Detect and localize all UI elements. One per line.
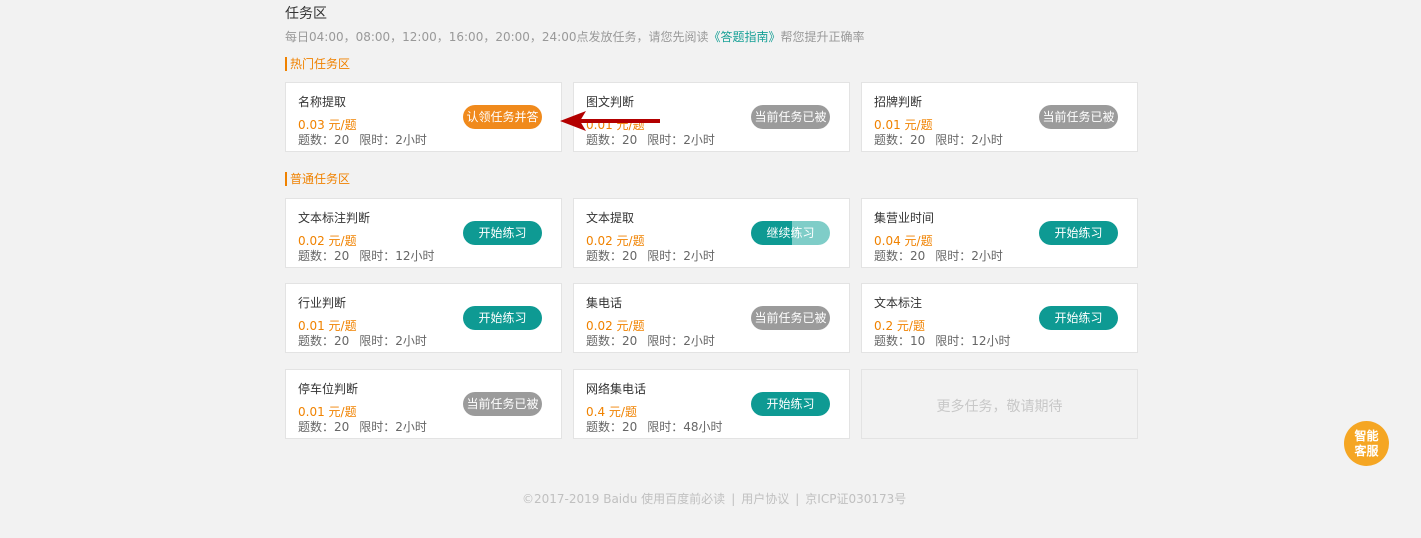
question-count: 题数：10 [874, 334, 926, 348]
service-label-line2: 客服 [1354, 444, 1379, 458]
icp-license-link[interactable]: 京ICP证030173号 [805, 492, 906, 506]
task-meta: 题数：20 限时：2小时 [298, 131, 427, 148]
question-count: 题数：20 [874, 249, 926, 263]
claim-task-button[interactable]: 认领任务并答 [463, 105, 542, 129]
task-card: 行业判断 0.01 元/题 题数：20 限时：2小时 开始练习 [285, 283, 562, 353]
task-meta: 题数：20 限时：12小时 [298, 247, 435, 264]
task-taken-button[interactable]: 当前任务已被 [751, 306, 830, 330]
start-practice-button[interactable]: 开始练习 [463, 221, 542, 245]
footer-separator: | [731, 492, 736, 506]
task-card: 文本标注 0.2 元/题 题数：10 限时：12小时 开始练习 [861, 283, 1138, 353]
question-count: 题数：20 [298, 133, 350, 147]
continue-practice-button[interactable]: 继续练习 [751, 221, 830, 245]
task-card: 文本标注判断 0.02 元/题 题数：20 限时：12小时 开始练习 [285, 198, 562, 268]
normal-section-label: 普通任务区 [285, 172, 350, 186]
time-limit: 限时：2小时 [647, 249, 715, 263]
task-meta: 题数：20 限时：48小时 [586, 418, 723, 435]
question-count: 题数：20 [586, 133, 638, 147]
task-meta: 题数：20 限时：2小时 [298, 332, 427, 349]
task-meta: 题数：20 限时：2小时 [586, 332, 715, 349]
task-name: 名称提取 [298, 95, 347, 109]
time-limit: 限时：2小时 [647, 133, 715, 147]
task-taken-button[interactable]: 当前任务已被 [751, 105, 830, 129]
task-meta: 题数：10 限时：12小时 [874, 332, 1011, 349]
task-name: 停车位判断 [298, 382, 359, 396]
task-card: 集营业时间 0.04 元/题 题数：20 限时：2小时 开始练习 [861, 198, 1138, 268]
task-card: 停车位判断 0.01 元/题 题数：20 限时：2小时 当前任务已被 [285, 369, 562, 439]
task-name: 文本提取 [586, 211, 635, 225]
smart-customer-service-button[interactable]: 智能 客服 [1344, 421, 1389, 466]
schedule-text: 每日04:00，08:00，12:00，16:00，20:00，24:00点发放… [285, 30, 709, 44]
task-schedule-notice: 每日04:00，08:00，12:00，16:00，20:00，24:00点发放… [285, 28, 865, 45]
task-name: 图文判断 [586, 95, 635, 109]
task-taken-button[interactable]: 当前任务已被 [1039, 105, 1118, 129]
time-limit: 限时：2小时 [935, 249, 1003, 263]
footer: ©2017-2019 Baidu 使用百度前必读 | 用户协议 | 京ICP证03017… [522, 490, 906, 507]
service-label-line1: 智能 [1354, 429, 1379, 443]
task-name: 网络集电话 [586, 382, 647, 396]
task-meta: 题数：20 限时：2小时 [874, 131, 1003, 148]
task-card: 网络集电话 0.4 元/题 题数：20 限时：48小时 开始练习 [573, 369, 850, 439]
time-limit: 限时：12小时 [935, 334, 1011, 348]
time-limit: 限时：2小时 [647, 334, 715, 348]
task-name: 文本标注 [874, 296, 923, 310]
start-practice-button[interactable]: 开始练习 [1039, 306, 1118, 330]
task-card: 集电话 0.02 元/题 题数：20 限时：2小时 当前任务已被 [573, 283, 850, 353]
question-count: 题数：20 [298, 420, 350, 434]
time-limit: 限时：2小时 [359, 133, 427, 147]
task-card: 文本提取 0.02 元/题 题数：20 限时：2小时 继续练习 [573, 198, 850, 268]
hot-section-label: 热门任务区 [285, 57, 350, 71]
footer-separator: | [795, 492, 800, 506]
schedule-suffix: 帮您提升正确率 [780, 30, 865, 44]
more-tasks-text: 更多任务，敬请期待 [936, 399, 1063, 415]
more-tasks-placeholder: 更多任务，敬请期待 [861, 369, 1138, 439]
answer-guide-link[interactable]: 《答题指南》 [709, 30, 781, 44]
task-meta: 题数：20 限时：2小时 [586, 131, 715, 148]
task-meta: 题数：20 限时：2小时 [298, 418, 427, 435]
user-agreement-link[interactable]: 用户协议 [741, 492, 789, 506]
task-card: 名称提取 0.03 元/题 题数：20 限时：2小时 认领任务并答 [285, 82, 562, 152]
task-name: 集电话 [586, 296, 623, 310]
task-card: 招牌判断 0.01 元/题 题数：20 限时：2小时 当前任务已被 [861, 82, 1138, 152]
time-limit: 限时：12小时 [359, 249, 435, 263]
start-practice-button[interactable]: 开始练习 [1039, 221, 1118, 245]
task-taken-button[interactable]: 当前任务已被 [463, 392, 542, 416]
start-practice-button[interactable]: 开始练习 [463, 306, 542, 330]
copyright-link[interactable]: ©2017-2019 Baidu 使用百度前必读 [522, 492, 725, 506]
question-count: 题数：20 [298, 249, 350, 263]
time-limit: 限时：2小时 [359, 420, 427, 434]
page-title: 任务区 [285, 6, 327, 22]
question-count: 题数：20 [586, 334, 638, 348]
task-name: 行业判断 [298, 296, 347, 310]
annotation-arrow-icon [560, 111, 660, 131]
task-name: 招牌判断 [874, 95, 923, 109]
task-name: 集营业时间 [874, 211, 935, 225]
question-count: 题数：20 [586, 249, 638, 263]
question-count: 题数：20 [874, 133, 926, 147]
task-meta: 题数：20 限时：2小时 [874, 247, 1003, 264]
task-name: 文本标注判断 [298, 211, 371, 225]
time-limit: 限时：2小时 [935, 133, 1003, 147]
task-meta: 题数：20 限时：2小时 [586, 247, 715, 264]
time-limit: 限时：48小时 [647, 420, 723, 434]
question-count: 题数：20 [298, 334, 350, 348]
question-count: 题数：20 [586, 420, 638, 434]
start-practice-button[interactable]: 开始练习 [751, 392, 830, 416]
time-limit: 限时：2小时 [359, 334, 427, 348]
